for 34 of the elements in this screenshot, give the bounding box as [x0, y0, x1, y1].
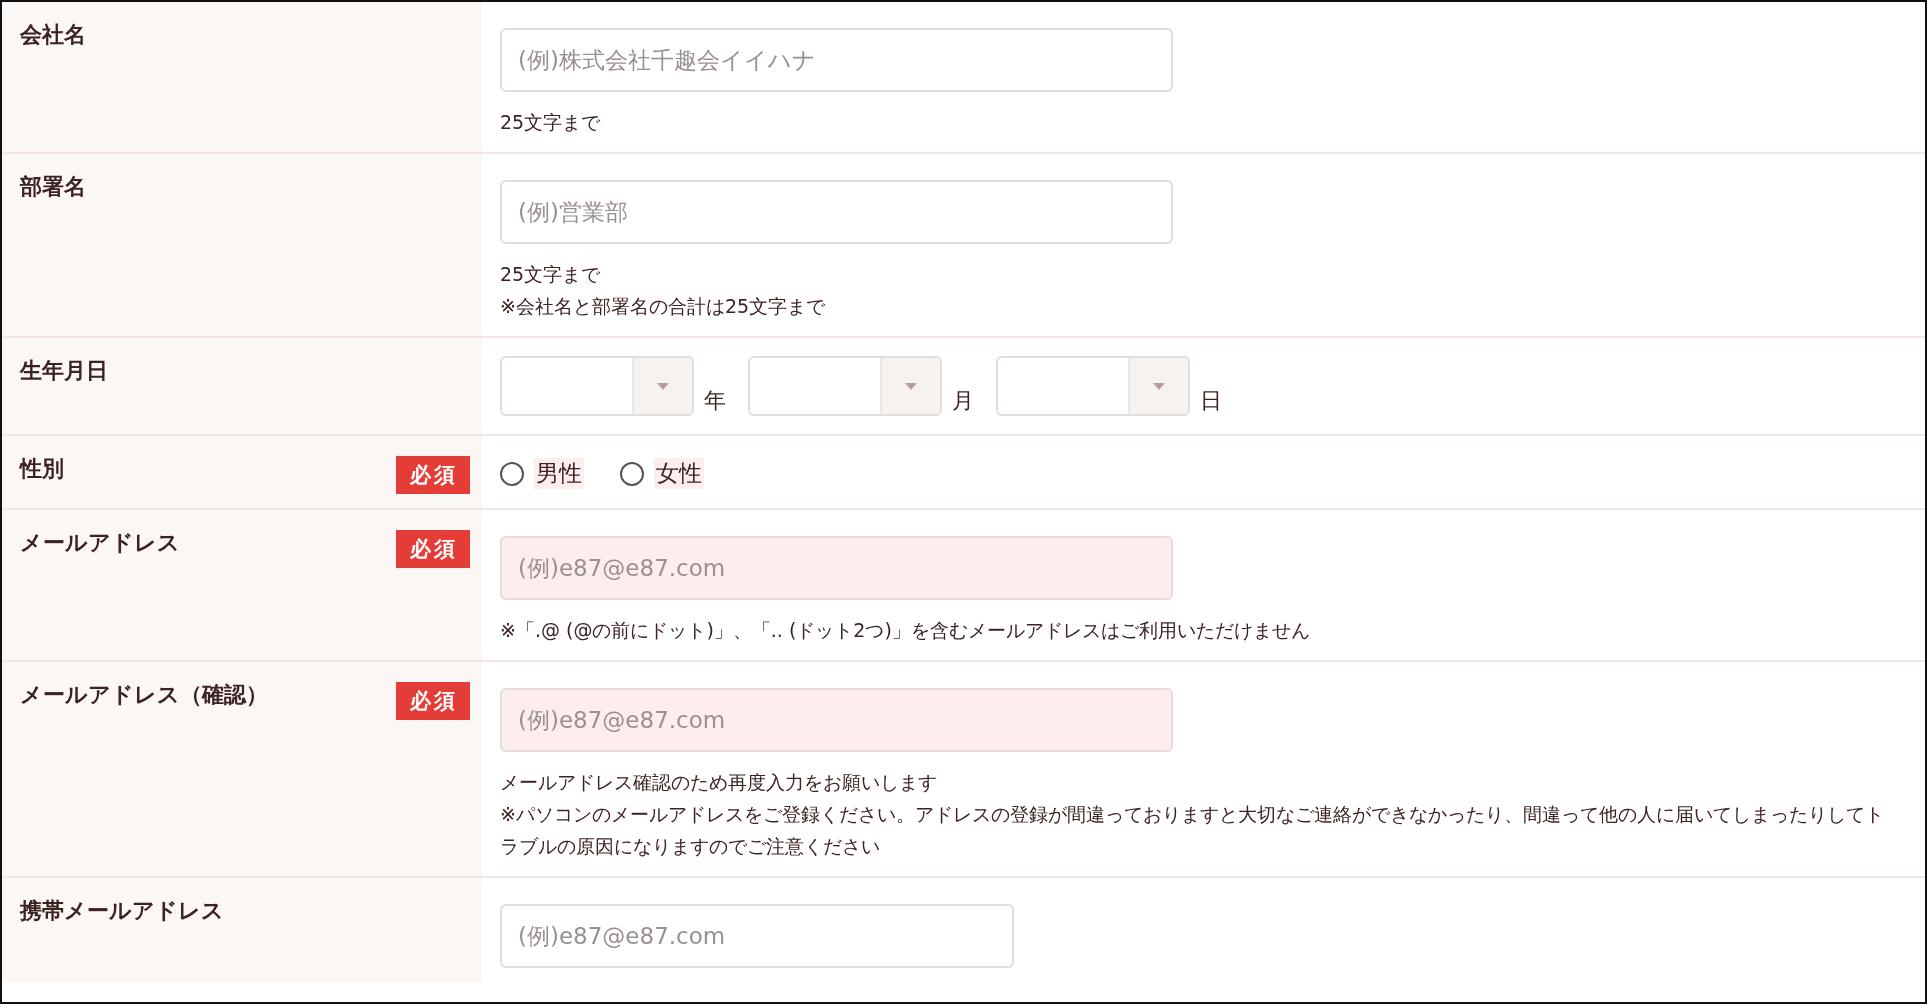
help-text: 25文字まで	[500, 110, 602, 135]
help-text: ※パソコンのメールアドレスをご登録ください。アドレスの登録が間違っておりますと大切なご連絡ができなかったり、間違って他の人に届いてしまったりしてトラブルの原因になりますのでご注意ください	[500, 802, 1885, 859]
help-text: 25文字まで	[500, 262, 602, 287]
field-label: 生年月日	[20, 357, 108, 385]
caret-icon	[1153, 382, 1165, 390]
radio-label[interactable]: 女性	[654, 458, 704, 489]
text-field[interactable]: (例)営業部	[500, 180, 1173, 244]
unit-label: 月	[952, 387, 974, 415]
required-badge: 必須	[396, 530, 470, 568]
radio-label[interactable]: 男性	[534, 458, 584, 489]
radio-button[interactable]	[620, 461, 644, 486]
dropdown-select[interactable]	[996, 356, 1190, 416]
dropdown-select[interactable]	[500, 356, 694, 416]
required-badge: 必須	[396, 456, 470, 494]
field-label: 性別	[20, 455, 64, 483]
field-label: メールアドレス	[20, 529, 180, 557]
help-text: メールアドレス確認のため再度入力をお願いします	[500, 770, 938, 795]
help-text: ※「.@ (@の前にドット)」、「.. (ドット2つ)」を含むメールアドレスはご利用いただけません	[500, 618, 1311, 643]
required-badge: 必須	[396, 682, 470, 720]
dropdown-select[interactable]	[748, 356, 942, 416]
field-label: 携帯メールアドレス	[20, 897, 224, 925]
text-field[interactable]: (例)e87@e87.com	[500, 904, 1014, 968]
caret-icon	[657, 382, 669, 390]
field-label: 会社名	[20, 21, 86, 49]
help-text: ※会社名と部署名の合計は25文字まで	[500, 294, 827, 319]
radio-button[interactable]	[500, 461, 524, 486]
field-label: 部署名	[20, 173, 86, 201]
field-label: メールアドレス（確認）	[20, 681, 268, 709]
text-field[interactable]: (例)株式会社千趣会イイハナ	[500, 28, 1173, 92]
text-field[interactable]: (例)e87@e87.com	[500, 688, 1173, 752]
caret-icon	[905, 382, 917, 390]
unit-label: 日	[1200, 387, 1222, 415]
text-field[interactable]: (例)e87@e87.com	[500, 536, 1173, 600]
unit-label: 年	[704, 387, 726, 415]
